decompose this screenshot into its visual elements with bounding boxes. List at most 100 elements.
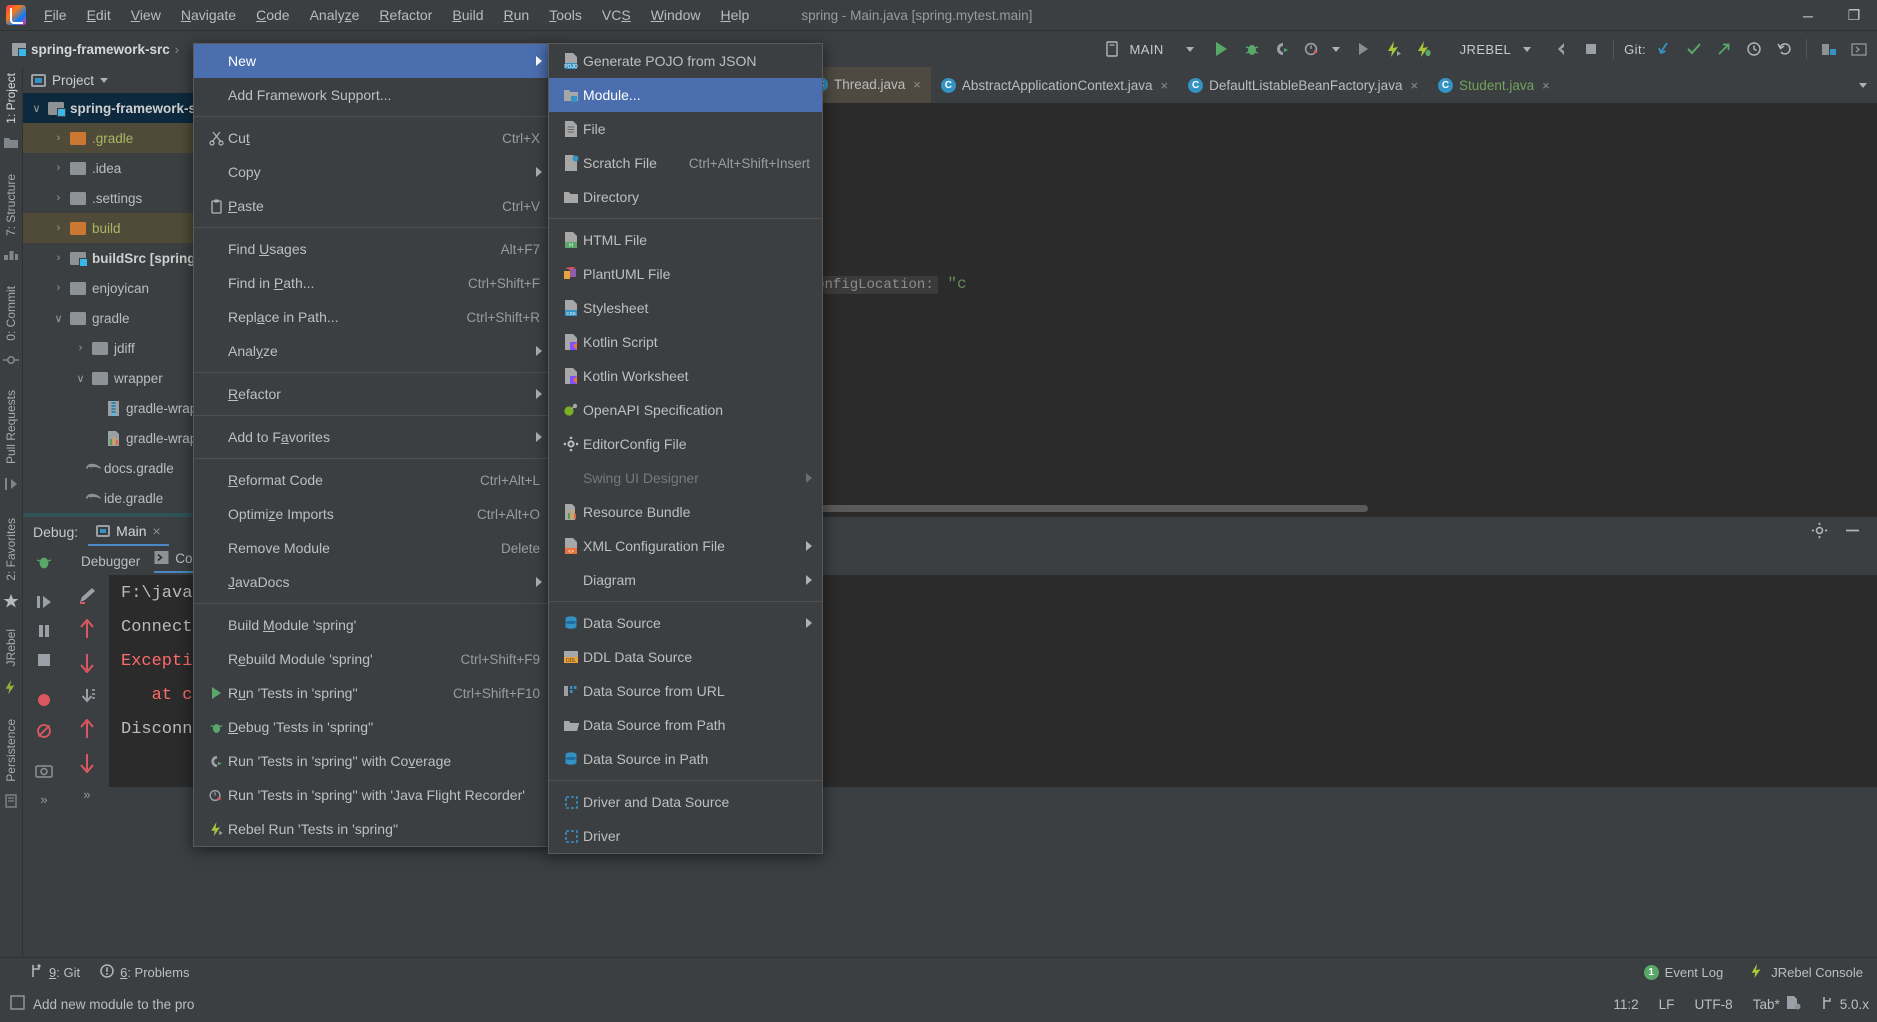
debug-restart-icon[interactable] [35, 553, 53, 574]
submenu-item-data-source-in-path[interactable]: Data Source in Path [549, 742, 822, 776]
expand-arrow-icon[interactable]: ∨ [31, 102, 42, 115]
stripe-item-jrebel[interactable]: JRebel [4, 623, 18, 672]
toolstrip-item-problems[interactable]: 6: Problems [100, 963, 189, 981]
settings-gear-icon[interactable] [1811, 522, 1828, 542]
submenu-item-diagram[interactable]: Diagram [549, 563, 822, 597]
submenu-item-data-source[interactable]: Data Source [549, 606, 822, 640]
close-icon[interactable]: × [153, 523, 161, 539]
tree-node-spring-framework-src[interactable]: ∨ spring-framework-src [23, 93, 218, 123]
jrebel-selector[interactable]: JREBEL [1460, 42, 1512, 57]
expand-arrow-icon[interactable]: › [53, 162, 64, 174]
tree-node-settings[interactable]: › .settings [23, 183, 218, 213]
chevron-down-icon[interactable] [100, 77, 109, 83]
tree-node-gradle-wrapper-props[interactable]: gradle-wrapp [23, 423, 218, 453]
menu-code[interactable]: Code [246, 3, 299, 27]
scroll-up-icon[interactable] [78, 618, 96, 642]
submenu-item-plantuml-file[interactable]: PlantUML File [549, 257, 822, 291]
jrebel-debug-icon[interactable] [1412, 37, 1436, 61]
resume-program-icon[interactable] [35, 594, 53, 613]
editor-tab-defaultlistablebeanfactory[interactable]: C DefaultListableBeanFactory.java × [1178, 67, 1428, 103]
menu-item-run-with-coverage[interactable]: Run 'Tests in 'spring'' with Coverage [194, 744, 552, 778]
menu-build[interactable]: Build [442, 3, 493, 27]
menu-item-run-with-jfr[interactable]: Run 'Tests in 'spring'' with 'Java Fligh… [194, 778, 552, 812]
jrebel-toggle-icon[interactable] [1549, 37, 1573, 61]
camera-icon[interactable] [35, 763, 53, 782]
project-panel-title[interactable]: Project [52, 73, 94, 88]
git-commit-icon[interactable] [1682, 37, 1706, 61]
stripe-item-project[interactable]: 1: Project [4, 67, 18, 130]
submenu-item-stylesheet[interactable]: CSS Stylesheet [549, 291, 822, 325]
menu-item-refactor[interactable]: Refactor [194, 377, 552, 411]
window-controls[interactable]: ─ ❐ [1785, 0, 1877, 31]
profiler-button[interactable] [1300, 37, 1324, 61]
breadcrumb[interactable]: spring-framework-src › [12, 42, 179, 57]
menu-bar[interactable]: File Edit View Navigate Code Analyze Ref… [34, 3, 759, 27]
menu-refactor[interactable]: Refactor [369, 3, 442, 27]
submenu-item-html-file[interactable]: H HTML File [549, 223, 822, 257]
expand-arrow-icon[interactable]: › [75, 342, 86, 354]
expand-arrow-icon[interactable]: › [53, 132, 64, 144]
menu-tools[interactable]: Tools [539, 3, 592, 27]
menu-item-analyze[interactable]: Analyze [194, 334, 552, 368]
menu-run[interactable]: Run [494, 3, 540, 27]
menu-item-remove-module[interactable]: Remove Module Delete [194, 531, 552, 565]
editor-tab-abstractapplicationcontext[interactable]: C AbstractApplicationContext.java × [931, 67, 1178, 103]
debug-button[interactable] [1240, 37, 1264, 61]
stripe-item-persistence[interactable]: Persistence [4, 713, 18, 788]
menu-item-find-usages[interactable]: Find Usages Alt+F7 [194, 232, 552, 266]
current-branch[interactable]: 5.0.x [1840, 997, 1869, 1012]
close-icon[interactable]: × [1410, 78, 1418, 93]
tree-node-ide-gradle[interactable]: ide.gradle [23, 483, 218, 513]
run-with-coverage-button[interactable] [1270, 37, 1294, 61]
submenu-item-kotlin-worksheet[interactable]: Kotlin Worksheet [549, 359, 822, 393]
git-push-icon[interactable] [1712, 37, 1736, 61]
menu-file[interactable]: File [34, 3, 77, 27]
chevron-down-icon[interactable] [1185, 46, 1194, 52]
close-icon[interactable]: × [913, 77, 921, 92]
editor-tab-student[interactable]: C Student.java × [1428, 67, 1560, 103]
menu-item-javadocs[interactable]: JavaDocs [194, 565, 552, 599]
file-encoding[interactable]: UTF-8 [1694, 997, 1732, 1012]
tree-node-gradle-wrapper-jar[interactable]: gradle-wrapp [23, 393, 218, 423]
close-icon[interactable]: × [1542, 78, 1550, 93]
tree-node-buildsrc[interactable]: › buildSrc [spring-bu [23, 243, 218, 273]
menu-item-paste[interactable]: Paste Ctrl+V [194, 189, 552, 223]
tree-node-docs-gradle[interactable]: docs.gradle [23, 453, 218, 483]
project-tree[interactable]: ∨ spring-framework-src › .gradle › .idea… [23, 93, 218, 517]
menu-item-build-module[interactable]: Build Module 'spring' [194, 608, 552, 642]
submenu-item-data-source-from-path[interactable]: Data Source from Path [549, 708, 822, 742]
menu-navigate[interactable]: Navigate [171, 3, 246, 27]
scroll-down-icon[interactable] [78, 653, 96, 676]
stop-button[interactable] [1579, 37, 1603, 61]
menu-item-replace-in-path[interactable]: Replace in Path... Ctrl+Shift+R [194, 300, 552, 334]
menu-item-debug-tests[interactable]: Debug 'Tests in 'spring'' [194, 710, 552, 744]
tree-node-gradle[interactable]: ∨ gradle [23, 303, 218, 333]
restore-button[interactable]: ❐ [1831, 0, 1877, 31]
tree-node-jdiff[interactable]: › jdiff [23, 333, 218, 363]
project-panel-header[interactable]: Project [23, 67, 218, 93]
submenu-item-driver[interactable]: Driver [549, 819, 822, 853]
stop-program-icon[interactable] [36, 652, 52, 671]
submenu-item-ddl-data-source[interactable]: DDL DDL Data Source [549, 640, 822, 674]
scroll-up-alt-icon[interactable] [78, 718, 96, 742]
new-submenu[interactable]: POJO Generate POJO from JSON Module... F… [548, 43, 823, 854]
expand-arrow-icon[interactable]: › [53, 252, 64, 264]
submenu-item-xml-configuration-file[interactable]: <> XML Configuration File [549, 529, 822, 563]
menu-item-add-to-favorites[interactable]: Add to Favorites [194, 420, 552, 454]
debug-session-tab[interactable]: Main × [88, 519, 169, 546]
search-everywhere-icon[interactable] [1847, 37, 1871, 61]
view-breakpoints-icon[interactable] [35, 691, 53, 712]
more-actions-icon[interactable]: » [40, 792, 47, 815]
tree-node-gradle-dir[interactable]: › .gradle [23, 123, 218, 153]
toolstrip-item-event-log[interactable]: 1 Event Log [1643, 964, 1723, 980]
editor-tabs-overflow-button[interactable] [1849, 67, 1877, 103]
caret-position[interactable]: 11:2 [1613, 997, 1638, 1012]
tree-node-idea[interactable]: › .idea [23, 153, 218, 183]
menu-item-reformat-code[interactable]: Reformat Code Ctrl+Alt+L [194, 463, 552, 497]
indent-setting[interactable]: Tab* [1753, 997, 1780, 1012]
submenu-item-openapi-specification[interactable]: OpenAPI Specification [549, 393, 822, 427]
toolstrip-item-jrebel-console[interactable]: JRebel Console [1749, 963, 1863, 982]
submenu-item-resource-bundle[interactable]: Resource Bundle [549, 495, 822, 529]
submenu-item-generate-pojo[interactable]: POJO Generate POJO from JSON [549, 44, 822, 78]
context-menu[interactable]: New Add Framework Support... Cut Ctrl+X … [193, 43, 553, 847]
